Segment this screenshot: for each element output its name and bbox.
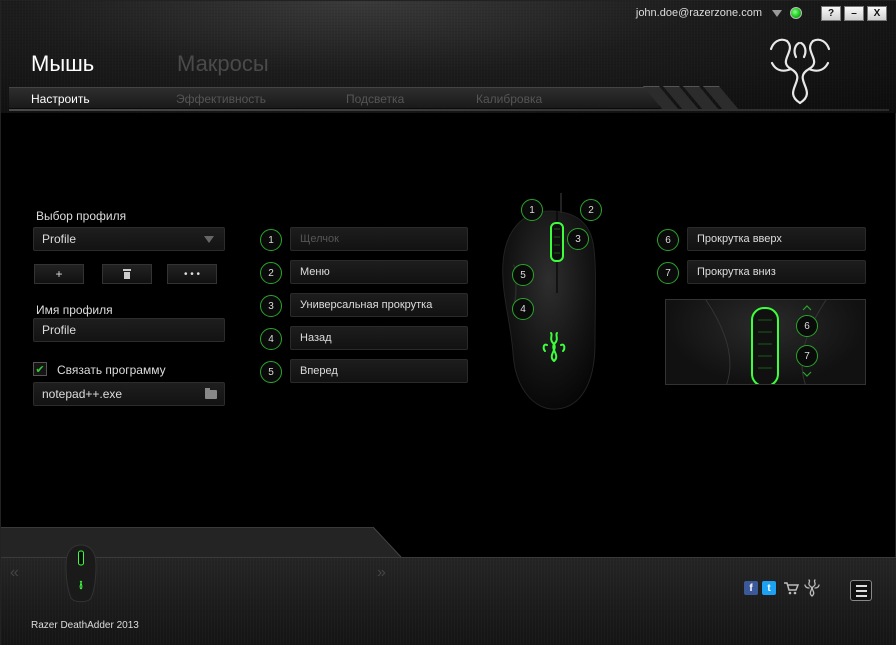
close-button[interactable]: X: [867, 5, 887, 21]
scroll-wheel-image: [705, 300, 827, 384]
button-4-assignment[interactable]: Назад: [290, 326, 468, 350]
facebook-icon[interactable]: f: [744, 581, 758, 595]
sub-navigation: Настроить Эффективность Подсветка Калибр…: [9, 87, 659, 109]
scroll-wheel-preview: 6 7: [665, 299, 866, 385]
more-options-button[interactable]: • • •: [167, 264, 217, 284]
button-number-4: 4: [260, 328, 282, 350]
scroll-marker-6[interactable]: 6: [796, 315, 818, 337]
header: john.doe@razerzone.com ? – X Мышь Макрос…: [1, 1, 896, 113]
profile-name-label: Имя профиля: [36, 303, 113, 317]
mouse-marker-3[interactable]: 3: [567, 228, 589, 250]
subtab-calibration[interactable]: Калибровка: [476, 92, 542, 106]
button-1-assignment[interactable]: Щелчок: [290, 227, 468, 251]
mouse-marker-2[interactable]: 2: [580, 199, 602, 221]
tab-macros[interactable]: Макросы: [177, 51, 269, 77]
button-number-5: 5: [260, 361, 282, 383]
topbar: john.doe@razerzone.com ? – X: [636, 5, 887, 21]
menu-button[interactable]: [850, 580, 872, 601]
help-button[interactable]: ?: [821, 5, 841, 21]
device-bar: [1, 557, 896, 645]
twitter-icon[interactable]: t: [762, 581, 776, 595]
button-3-assignment[interactable]: Универсальная прокрутка: [290, 293, 468, 317]
mouse-marker-4[interactable]: 4: [512, 298, 534, 320]
next-device-arrow[interactable]: »: [377, 564, 386, 582]
device-thumbnail[interactable]: [63, 543, 99, 605]
chevron-down-icon: [204, 236, 214, 243]
add-profile-button[interactable]: +: [34, 264, 84, 284]
subtab-lighting[interactable]: Подсветка: [346, 92, 404, 106]
online-status-icon: [790, 7, 802, 19]
scroll-down-assignment[interactable]: Прокрутка вниз: [687, 260, 866, 284]
tab-mouse[interactable]: Мышь: [31, 51, 94, 77]
link-program-label: Связать программу: [57, 363, 166, 377]
button-5-assignment[interactable]: Вперед: [290, 359, 468, 383]
button-number-3: 3: [260, 295, 282, 317]
button-number-1: 1: [260, 229, 282, 251]
mouse-marker-1[interactable]: 1: [521, 199, 543, 221]
divider: [9, 109, 889, 111]
prev-device-arrow[interactable]: «: [10, 564, 19, 582]
app-window: john.doe@razerzone.com ? – X Мышь Макрос…: [0, 0, 896, 645]
menu-icon: [855, 584, 867, 587]
button-number-6: 6: [657, 229, 679, 251]
razer-logo-icon: [769, 38, 831, 105]
scroll-up-assignment[interactable]: Прокрутка вверх: [687, 227, 866, 251]
scroll-marker-7[interactable]: 7: [796, 345, 818, 367]
minimize-button[interactable]: –: [844, 5, 864, 21]
razer-logo-icon[interactable]: [804, 579, 820, 597]
subtab-performance[interactable]: Эффективность: [176, 92, 266, 106]
button-number-2: 2: [260, 262, 282, 284]
profile-dropdown[interactable]: Profile: [33, 227, 225, 251]
profile-dropdown-value: Profile: [42, 232, 77, 246]
link-program-checkbox[interactable]: ✔: [33, 362, 47, 376]
folder-icon[interactable]: [205, 388, 217, 399]
button-2-assignment[interactable]: Меню: [290, 260, 468, 284]
profile-select-label: Выбор профиля: [36, 209, 127, 223]
trash-icon: [123, 269, 131, 279]
cart-icon[interactable]: [783, 581, 799, 595]
device-name: Razer DeathAdder 2013: [31, 620, 139, 631]
subtab-customize[interactable]: Настроить: [31, 92, 90, 106]
program-path-input[interactable]: notepad++.exe: [33, 382, 225, 406]
button-number-7: 7: [657, 262, 679, 284]
delete-profile-button[interactable]: [102, 264, 152, 284]
program-path-value: notepad++.exe: [42, 387, 123, 401]
footer-decoration: [1, 527, 896, 559]
user-email[interactable]: john.doe@razerzone.com: [636, 7, 762, 19]
mouse-marker-5[interactable]: 5: [512, 264, 534, 286]
header-decoration: [642, 86, 743, 110]
status-dropdown-icon[interactable]: [772, 9, 782, 17]
profile-name-input[interactable]: Profile: [33, 318, 225, 342]
